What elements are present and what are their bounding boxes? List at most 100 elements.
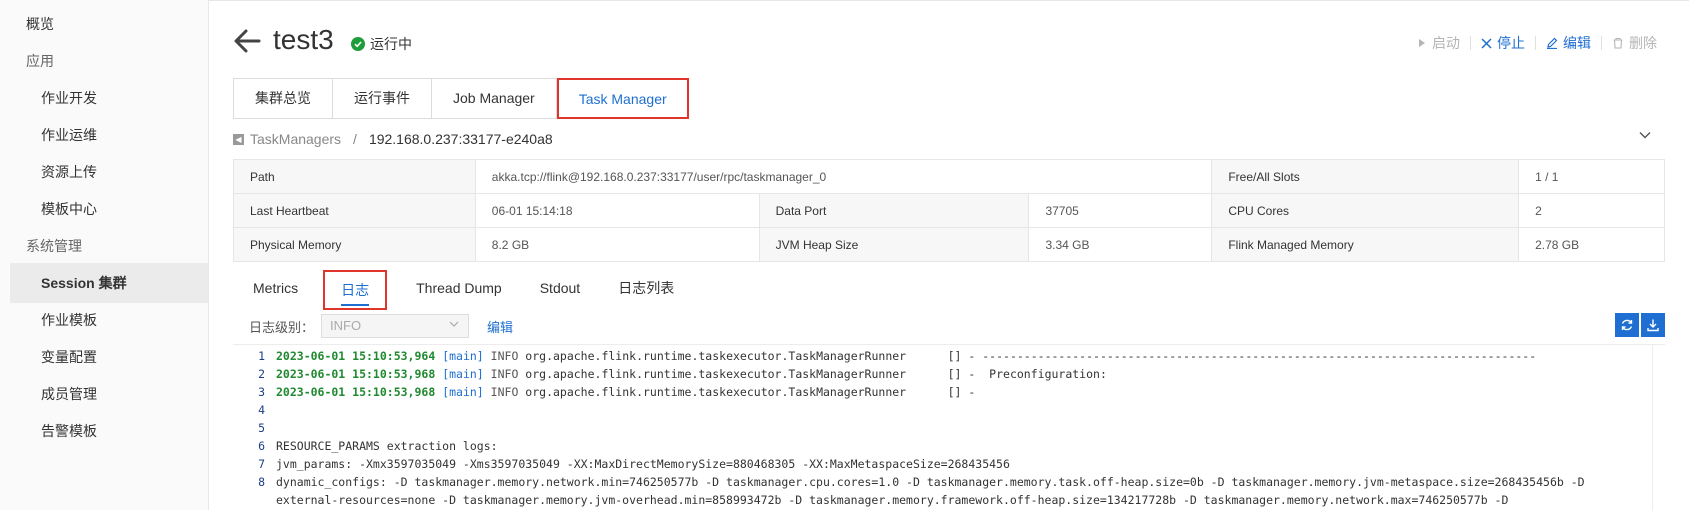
log-line: 2 2023-06-01 15:10:53,968 [main] INFO org… — [233, 365, 1633, 383]
chevron-down-icon[interactable] — [1637, 127, 1653, 143]
log-line: 7 jvm_params: -Xmx3597035049 -Xms35970350… — [233, 455, 1633, 473]
sidebar-item-variables[interactable]: 变量配置 — [0, 337, 208, 377]
close-icon — [1481, 37, 1492, 49]
log-level-edit-link[interactable]: 编辑 — [487, 317, 513, 336]
sub-tabs: Metrics 日志 Thread Dump Stdout 日志列表 — [233, 270, 693, 310]
tab-thread-dump[interactable]: Thread Dump — [397, 270, 521, 306]
log-thread: [main] — [442, 385, 484, 399]
pencil-icon — [1547, 37, 1558, 49]
log-message: org.apache.flink.runtime.taskexecutor.Ta… — [518, 385, 976, 399]
sidebar-item-resource-upload[interactable]: 资源上传 — [0, 152, 208, 192]
taskmanager-info-table: Path akka.tcp://flink@192.168.0.237:3317… — [233, 159, 1665, 262]
log-viewer[interactable]: 1 2023-06-01 15:10:53,964 [main] INFO org… — [233, 344, 1665, 511]
sidebar-item-session-cluster[interactable]: Session 集群 — [10, 263, 208, 303]
tab-metrics[interactable]: Metrics — [233, 270, 317, 306]
cpu-value: 2 — [1518, 193, 1665, 228]
start-label: 启动 — [1432, 35, 1460, 51]
tab-job-manager[interactable]: Job Manager — [432, 79, 557, 118]
log-level: INFO — [490, 349, 519, 363]
tab-stdout[interactable]: Stdout — [521, 270, 599, 306]
sidebar-item-members[interactable]: 成员管理 — [0, 374, 208, 414]
slots-value: 1 / 1 — [1518, 159, 1665, 194]
edit-label: 编辑 — [1563, 35, 1591, 51]
slots-label: Free/All Slots — [1211, 159, 1520, 194]
refresh-button[interactable] — [1615, 313, 1639, 337]
top-divider — [0, 0, 1689, 1]
tab-run-events[interactable]: 运行事件 — [333, 79, 432, 118]
delete-button[interactable]: 删除 — [1602, 33, 1667, 53]
heartbeat-value: 06-01 15:14:18 — [474, 193, 760, 228]
log-message: jvm_params: -Xmx3597035049 -Xms359703504… — [276, 457, 1010, 471]
log-message: dynamic_configs: -D taskmanager.memory.n… — [276, 475, 1585, 489]
line-number: 4 — [258, 403, 265, 417]
sidebar: 概览 应用 作业开发 作业运维 资源上传 模板中心 系统管理 Session 集… — [0, 0, 209, 510]
line-number: 5 — [258, 421, 265, 435]
tab-logs[interactable]: 日志 — [323, 270, 388, 310]
tab-log-list[interactable]: 日志列表 — [599, 270, 693, 306]
page-title: test3 — [273, 24, 334, 55]
action-bar: 启动 停止 编辑 删除 — [1407, 33, 1667, 53]
sidebar-item-job-template[interactable]: 作业模板 — [0, 300, 208, 340]
log-line: 3 2023-06-01 15:10:53,968 [main] INFO org… — [233, 383, 1633, 401]
start-button[interactable]: 启动 — [1407, 33, 1470, 53]
log-line-wrap: external-resources=none -D taskmanager.m… — [276, 493, 1509, 507]
sidebar-group-apps: 应用 — [26, 53, 54, 69]
line-number: 7 — [258, 457, 265, 471]
status-badge: 运行中 — [351, 34, 412, 54]
sidebar-item-job-dev[interactable]: 作业开发 — [0, 78, 208, 118]
main-tabs: 集群总览 运行事件 Job Manager Task Manager — [233, 78, 689, 119]
heap-label: JVM Heap Size — [758, 227, 1030, 262]
cpu-label: CPU Cores — [1211, 193, 1520, 228]
back-arrow-icon[interactable] — [232, 26, 262, 56]
log-message: org.apache.flink.runtime.taskexecutor.Ta… — [518, 349, 1537, 363]
line-number: 6 — [258, 439, 265, 453]
stop-label: 停止 — [1497, 35, 1525, 51]
log-level-value: INFO — [330, 318, 362, 333]
managed-value: 2.78 GB — [1518, 227, 1665, 262]
managed-label: Flink Managed Memory — [1211, 227, 1520, 262]
log-level: INFO — [490, 385, 519, 399]
dataport-label: Data Port — [758, 193, 1030, 228]
log-timestamp: 2023-06-01 15:10:53,968 — [276, 385, 436, 399]
heap-value: 3.34 GB — [1028, 227, 1213, 262]
sidebar-group-system: 系统管理 — [26, 238, 82, 254]
download-icon — [1647, 319, 1659, 332]
log-scrollbar[interactable] — [1652, 345, 1663, 511]
log-line: 4 — [233, 401, 1633, 419]
log-thread: [main] — [442, 349, 484, 363]
sidebar-item-alert-template[interactable]: 告警模板 — [0, 411, 208, 451]
log-timestamp: 2023-06-01 15:10:53,968 — [276, 367, 436, 381]
breadcrumb-current: 192.168.0.237:33177-e240a8 — [368, 131, 553, 147]
edit-button[interactable]: 编辑 — [1536, 33, 1601, 53]
path-label: Path — [233, 159, 476, 194]
tab-cluster-overview[interactable]: 集群总览 — [234, 79, 333, 118]
log-timestamp: 2023-06-01 15:10:53,964 — [276, 349, 436, 363]
sidebar-item-overview[interactable]: 概览 — [0, 4, 208, 44]
table-row: Path akka.tcp://flink@192.168.0.237:3317… — [233, 159, 1665, 194]
heartbeat-label: Last Heartbeat — [233, 193, 476, 228]
log-line: 6 RESOURCE_PARAMS extraction logs: — [233, 437, 1633, 455]
log-level: INFO — [490, 367, 519, 381]
log-level-select[interactable]: INFO — [321, 314, 469, 338]
tab-task-manager[interactable]: Task Manager — [556, 78, 689, 119]
back-small-icon[interactable]: ◀ — [233, 133, 244, 145]
log-line: 8 dynamic_configs: -D taskmanager.memory.… — [233, 473, 1633, 491]
path-value: akka.tcp://flink@192.168.0.237:33177/use… — [474, 159, 1213, 194]
log-message: RESOURCE_PARAMS extraction logs: — [276, 439, 498, 453]
line-number: 2 — [258, 367, 265, 381]
breadcrumb: ◀ TaskManagers / 192.168.0.237:33177-e24… — [233, 131, 553, 147]
line-number: 1 — [258, 349, 265, 363]
sidebar-item-template-center[interactable]: 模板中心 — [0, 189, 208, 229]
line-number: 8 — [258, 475, 265, 489]
sidebar-item-job-ops[interactable]: 作业运维 — [0, 115, 208, 155]
stop-button[interactable]: 停止 — [1471, 33, 1535, 53]
chevron-down-icon — [449, 321, 459, 327]
breadcrumb-parent[interactable]: TaskManagers — [250, 131, 341, 147]
refresh-icon — [1621, 319, 1633, 331]
download-button[interactable] — [1641, 313, 1665, 337]
check-circle-icon — [351, 37, 365, 51]
line-number: 3 — [258, 385, 265, 399]
table-row: Last Heartbeat 06-01 15:14:18 Data Port … — [233, 193, 1665, 228]
play-icon — [1419, 39, 1425, 47]
dataport-value: 37705 — [1028, 193, 1213, 228]
